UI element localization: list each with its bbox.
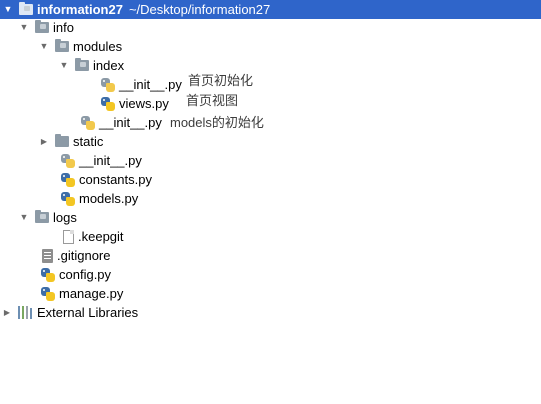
- folder-icon: [55, 134, 69, 147]
- python-package-file-icon: [81, 115, 95, 130]
- tree-row-keepgit[interactable]: .keepgit: [0, 227, 124, 246]
- text-file-icon: [63, 229, 74, 244]
- python-file-icon: [61, 172, 75, 187]
- tree-row-manage[interactable]: manage.py: [0, 284, 123, 303]
- gitignore-file-icon: [42, 248, 53, 263]
- python-package-file-icon: [61, 153, 75, 168]
- tree-label-views: views.py: [119, 96, 169, 111]
- tree-row-index-init[interactable]: __init__.py: [0, 75, 182, 94]
- tree-label-models: models.py: [79, 191, 139, 206]
- expand-arrow-icon[interactable]: ▼: [59, 56, 69, 75]
- collapse-arrow-icon[interactable]: ▶: [39, 132, 49, 151]
- tree-label-static: static: [73, 134, 104, 149]
- tree-row-constants[interactable]: constants.py: [0, 170, 152, 189]
- tree-row-project-root[interactable]: ▼ information27 ~/Desktop/information27: [0, 0, 541, 19]
- folder-icon: [35, 210, 49, 223]
- expand-arrow-icon[interactable]: ▼: [19, 208, 29, 227]
- expand-arrow-icon[interactable]: ▼: [19, 18, 29, 37]
- tree-label-config: config.py: [59, 267, 112, 282]
- tree-row-modules[interactable]: ▼ modules: [0, 37, 122, 56]
- tree-label-external-libraries: External Libraries: [37, 305, 139, 320]
- collapse-arrow-icon[interactable]: ▶: [2, 303, 12, 322]
- tree-row-views[interactable]: views.py: [0, 94, 169, 113]
- annotation-modules-init: models的初始化: [170, 115, 264, 130]
- tree-label-manage: manage.py: [59, 286, 124, 301]
- python-file-icon: [61, 191, 75, 206]
- folder-icon: [55, 39, 69, 52]
- python-package-file-icon: [101, 77, 115, 92]
- annotation-views: 首页视图: [186, 93, 239, 108]
- tree-label-modules: modules: [73, 39, 123, 54]
- tree-row-info-init[interactable]: __init__.py: [0, 151, 142, 170]
- tree-label-logs: logs: [53, 210, 77, 225]
- tree-row-index[interactable]: ▼ index: [0, 56, 124, 75]
- tree-label-index-init: __init__.py: [119, 77, 182, 92]
- tree-label-info-init: __init__.py: [79, 153, 142, 168]
- tree-label-gitignore: .gitignore: [57, 248, 111, 263]
- tree-label-keepgit: .keepgit: [78, 229, 124, 244]
- expand-arrow-icon[interactable]: ▼: [3, 0, 13, 19]
- tree-row-info[interactable]: ▼ info: [0, 18, 74, 37]
- tree-label-modules-init: __init__.py: [99, 115, 162, 130]
- tree-row-external-libraries[interactable]: ▶ External Libraries: [0, 303, 138, 322]
- python-file-icon: [41, 286, 55, 301]
- tree-label-index: index: [93, 58, 125, 73]
- tree-label-constants: constants.py: [79, 172, 152, 187]
- folder-icon: [35, 20, 49, 33]
- tree-row-static[interactable]: ▶ static: [0, 132, 103, 151]
- tree-row-gitignore[interactable]: .gitignore: [0, 246, 110, 265]
- tree-row-models[interactable]: models.py: [0, 189, 138, 208]
- annotation-index-init: 首页初始化: [188, 73, 254, 88]
- folder-icon: [19, 2, 33, 15]
- project-root-path: ~/Desktop/information27: [128, 2, 271, 17]
- tree-row-logs[interactable]: ▼ logs: [0, 208, 77, 227]
- libraries-icon: [18, 306, 33, 319]
- tree-row-config[interactable]: config.py: [0, 265, 111, 284]
- tree-label-info: info: [53, 20, 74, 35]
- tree-row-modules-init[interactable]: __init__.py: [0, 113, 162, 132]
- project-root-name: information27: [37, 2, 123, 17]
- expand-arrow-icon[interactable]: ▼: [39, 37, 49, 56]
- python-file-icon: [41, 267, 55, 282]
- python-file-icon: [101, 96, 115, 111]
- folder-icon: [75, 58, 89, 71]
